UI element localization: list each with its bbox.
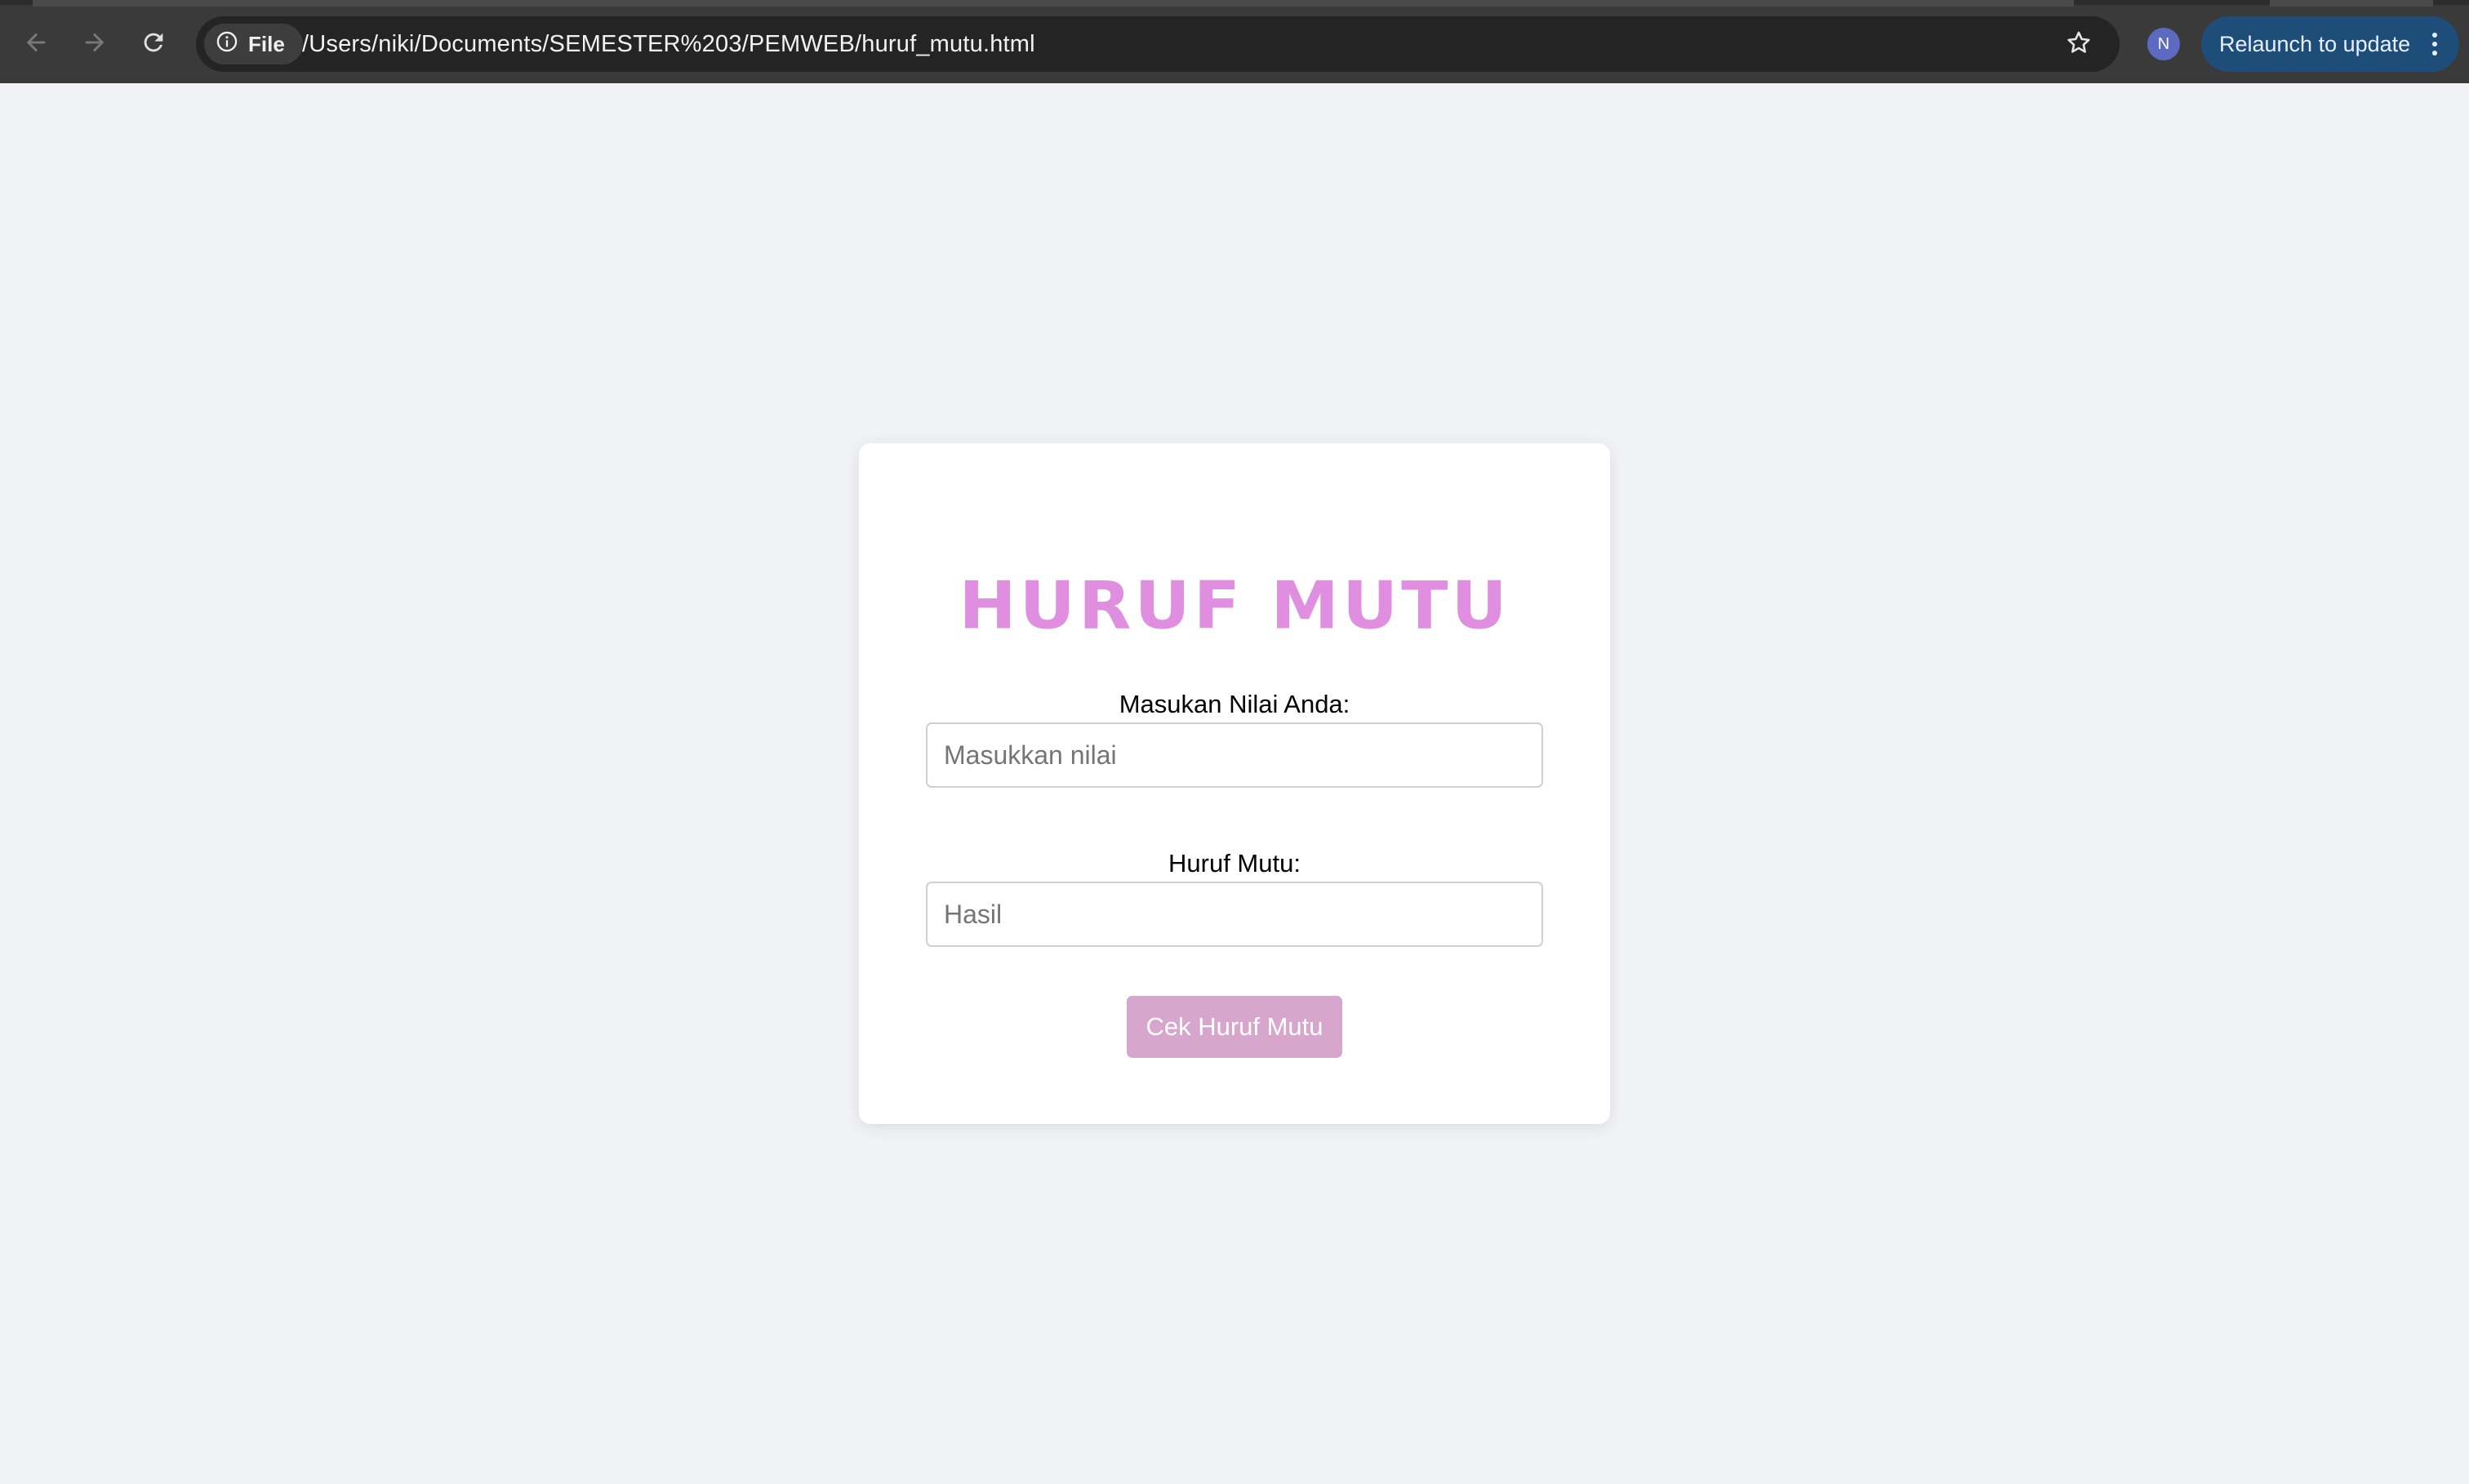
relaunch-button[interactable]: Relaunch to update <box>2201 16 2459 72</box>
reload-button[interactable] <box>131 21 176 67</box>
relaunch-label: Relaunch to update <box>2219 31 2411 56</box>
kebab-menu-icon[interactable] <box>2427 28 2443 60</box>
active-tab-edge[interactable] <box>33 0 2074 7</box>
nilai-label: Masukan Nilai Anda: <box>1119 690 1350 718</box>
page-title: HURUF MUTU <box>959 567 1510 644</box>
form-card: HURUF MUTU Masukan Nilai Anda: Huruf Mut… <box>859 443 1610 1124</box>
info-icon <box>216 30 238 59</box>
arrow-right-icon <box>81 29 109 60</box>
hasil-output[interactable] <box>926 882 1543 947</box>
site-chip-label: File <box>248 31 285 56</box>
huruf-mutu-label: Huruf Mutu: <box>1168 849 1301 878</box>
browser-toolbar: File /Users/niki/Documents/SEMESTER%203/… <box>0 0 2469 83</box>
url-text[interactable]: /Users/niki/Documents/SEMESTER%203/PEMWE… <box>302 16 1035 72</box>
bookmark-button[interactable] <box>2059 24 2098 64</box>
arrow-left-icon <box>22 29 50 60</box>
reload-icon <box>140 29 167 60</box>
nilai-input[interactable] <box>926 722 1543 788</box>
profile-avatar[interactable]: N <box>2147 28 2180 60</box>
star-icon <box>2065 29 2093 60</box>
cek-huruf-mutu-button[interactable]: Cek Huruf Mutu <box>1127 996 1342 1058</box>
forward-button[interactable] <box>72 21 118 67</box>
site-info-chip[interactable]: File <box>204 24 303 64</box>
back-button[interactable] <box>13 21 59 67</box>
other-tab-edge[interactable] <box>2270 0 2433 7</box>
address-bar[interactable]: File /Users/niki/Documents/SEMESTER%203/… <box>196 16 2120 72</box>
